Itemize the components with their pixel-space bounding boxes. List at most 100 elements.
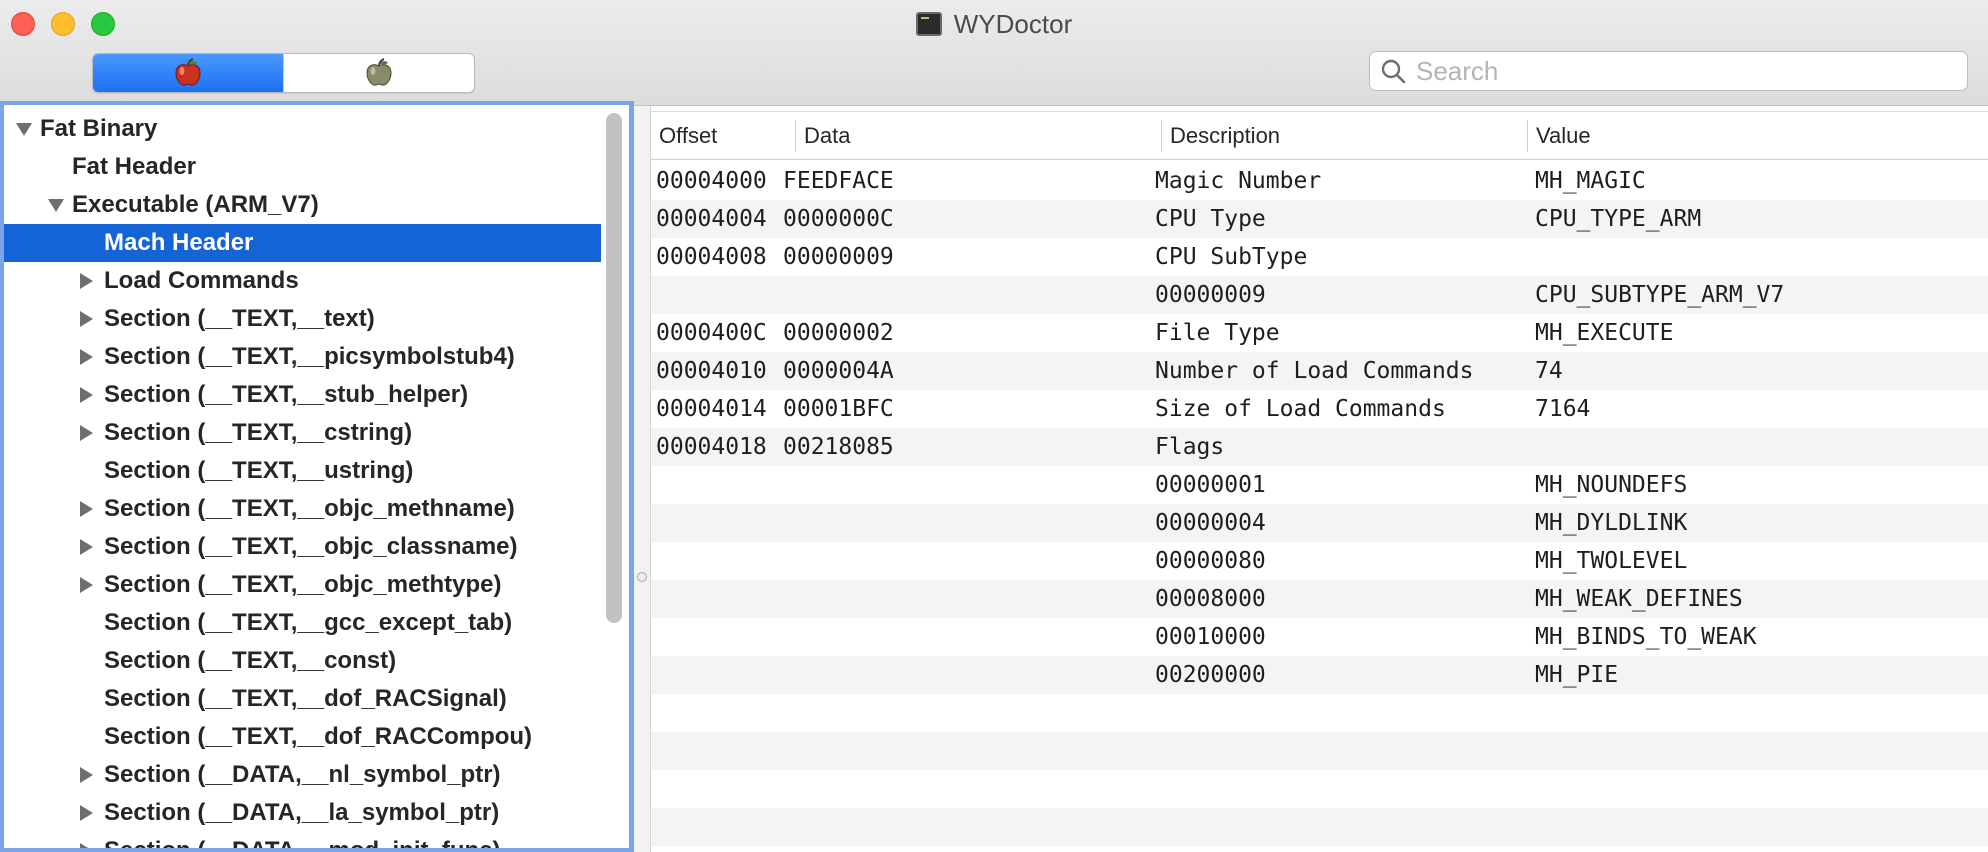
- cell-value: MH_WEAK_DEFINES: [1535, 586, 1743, 612]
- cell-offset: 00004018: [656, 434, 767, 460]
- empty-table-row[interactable]: [651, 694, 1988, 732]
- split-view-divider[interactable]: [634, 106, 651, 852]
- table-row[interactable]: 00000001 MH_NOUNDEFS: [651, 466, 1988, 504]
- search-field[interactable]: [1369, 51, 1968, 91]
- tree-item[interactable]: Section (__TEXT,__objc_methname): [4, 490, 601, 528]
- segment-red-apple[interactable]: [93, 54, 283, 92]
- cell-description: File Type: [1155, 320, 1280, 346]
- cell-value: MH_EXECUTE: [1535, 320, 1674, 346]
- disclosure-closed-icon[interactable]: [80, 311, 93, 327]
- table-row[interactable]: 00004004 0000000C CPU Type CPU_TYPE_ARM: [651, 200, 1988, 238]
- detail-table: Offset Data Description Value 00004000 FE…: [651, 106, 1988, 852]
- disclosure-open-icon[interactable]: [48, 199, 64, 212]
- empty-table-row[interactable]: [651, 732, 1988, 770]
- table-row[interactable]: 00000009 CPU_SUBTYPE_ARM_V7: [651, 276, 1988, 314]
- disclosure-closed-icon[interactable]: [80, 501, 93, 517]
- tree-item-label: Section (__DATA,__la_symbol_ptr): [104, 799, 500, 826]
- outline-scrollbar[interactable]: [606, 113, 622, 623]
- table-row[interactable]: 00008000 MH_WEAK_DEFINES: [651, 580, 1988, 618]
- tree-item-label: Section (__TEXT,__dof_RACCompou): [104, 723, 533, 750]
- view-segmented-control: [92, 53, 475, 93]
- cell-description: 00000080: [1155, 548, 1266, 574]
- table-row[interactable]: 00000080 MH_TWOLEVEL: [651, 542, 1988, 580]
- segment-gray-apple[interactable]: [283, 54, 474, 92]
- tree-item[interactable]: Section (__TEXT,__text): [4, 300, 601, 338]
- cell-description: 00010000: [1155, 624, 1266, 650]
- disclosure-closed-icon[interactable]: [80, 805, 93, 821]
- disclosure-closed-icon[interactable]: [80, 539, 93, 555]
- table-row[interactable]: 00004010 0000004A Number of Load Commands 7…: [651, 352, 1988, 390]
- tree-item-label: Section (__TEXT,__const): [104, 647, 397, 674]
- table-row[interactable]: 00004014 00001BFC Size of Load Commands 716…: [651, 390, 1988, 428]
- tree-item-label: Section (__TEXT,__picsymbolstub4): [104, 343, 515, 370]
- tree-item[interactable]: Section (__TEXT,__gcc_except_tab): [4, 604, 601, 642]
- tree-item[interactable]: Section (__TEXT,__dof_RACSignal): [4, 680, 601, 718]
- tree-item[interactable]: Section (__DATA,__nl_symbol_ptr): [4, 756, 601, 794]
- tree-item-label: Section (__TEXT,__dof_RACSignal): [104, 685, 507, 712]
- search-input[interactable]: [1416, 55, 1956, 87]
- empty-table-row[interactable]: [651, 770, 1988, 808]
- cell-value: MH_BINDS_TO_WEAK: [1535, 624, 1757, 650]
- tree-item-label: Section (__TEXT,__text): [104, 305, 375, 332]
- cell-description: 00000001: [1155, 472, 1266, 498]
- cell-description: Size of Load Commands: [1155, 396, 1446, 422]
- cell-data: 00000002: [783, 320, 894, 346]
- disclosure-closed-icon[interactable]: [80, 425, 93, 441]
- tree-item[interactable]: Section (__DATA,__la_symbol_ptr): [4, 794, 601, 832]
- tree-item[interactable]: Section (__TEXT,__ustring): [4, 452, 601, 490]
- disclosure-closed-icon[interactable]: [80, 767, 93, 783]
- tree-item[interactable]: Section (__TEXT,__objc_classname): [4, 528, 601, 566]
- tree-item[interactable]: Fat Binary: [4, 110, 601, 148]
- tree-item[interactable]: Fat Header: [4, 148, 601, 186]
- cell-offset: 00004000: [656, 168, 767, 194]
- table-row[interactable]: 0000400C 00000002 File Type MH_EXECUTE: [651, 314, 1988, 352]
- column-header-data[interactable]: Data: [796, 112, 1161, 160]
- terminal-icon: [915, 12, 942, 36]
- disclosure-closed-icon[interactable]: [80, 273, 93, 289]
- disclosure-closed-icon[interactable]: [80, 577, 93, 593]
- gray-apple-icon: [366, 58, 392, 86]
- tree-item[interactable]: Section (__TEXT,__dof_RACCompou): [4, 718, 601, 756]
- column-header-offset[interactable]: Offset: [651, 112, 795, 160]
- cell-data: 0000004A: [783, 358, 894, 384]
- column-header-value[interactable]: Value: [1528, 112, 1988, 160]
- tree-item[interactable]: Section (__TEXT,__const): [4, 642, 601, 680]
- table-header: Offset Data Description Value: [651, 111, 1988, 160]
- cell-offset: 0000400C: [656, 320, 767, 346]
- table-row[interactable]: 00000004 MH_DYLDLINK: [651, 504, 1988, 542]
- cell-value: CPU_TYPE_ARM: [1535, 206, 1702, 232]
- structure-outline: Fat Binary Fat Header Executable (ARM_V7) M…: [0, 101, 634, 852]
- table-row[interactable]: 00010000 MH_BINDS_TO_WEAK: [651, 618, 1988, 656]
- window-title-group: WYDoctor: [0, 6, 1988, 42]
- window-title: WYDoctor: [953, 8, 1073, 39]
- cell-value: 7164: [1535, 396, 1591, 422]
- search-icon: [1381, 59, 1406, 84]
- tree-item[interactable]: Section (__TEXT,__cstring): [4, 414, 601, 452]
- tree-item[interactable]: Section (__TEXT,__objc_methtype): [4, 566, 601, 604]
- cell-data: 00000009: [783, 244, 894, 270]
- table-row[interactable]: 00004018 00218085 Flags: [651, 428, 1988, 466]
- tree-item-label: Section (__DATA,__nl_symbol_ptr): [104, 761, 501, 788]
- tree-item[interactable]: Section (__TEXT,__picsymbolstub4): [4, 338, 601, 376]
- empty-table-row[interactable]: [651, 808, 1988, 846]
- tree-item[interactable]: Mach Header: [4, 224, 601, 262]
- empty-table-row[interactable]: [651, 846, 1988, 852]
- disclosure-closed-icon[interactable]: [80, 387, 93, 403]
- cell-value: MH_MAGIC: [1535, 168, 1646, 194]
- tree-item[interactable]: Section (__DATA,__mod_init_func): [4, 832, 601, 848]
- table-row[interactable]: 00200000 MH_PIE: [651, 656, 1988, 694]
- table-row[interactable]: 00004008 00000009 CPU SubType: [651, 238, 1988, 276]
- divider-handle-icon[interactable]: [637, 572, 647, 582]
- cell-data: FEEDFACE: [783, 168, 894, 194]
- tree-item[interactable]: Section (__TEXT,__stub_helper): [4, 376, 601, 414]
- table-body: 00004000 FEEDFACE Magic Number MH_MAGIC 0000…: [651, 162, 1988, 852]
- disclosure-closed-icon[interactable]: [80, 349, 93, 365]
- tree-item[interactable]: Executable (ARM_V7): [4, 186, 601, 224]
- table-row[interactable]: 00004000 FEEDFACE Magic Number MH_MAGIC: [651, 162, 1988, 200]
- column-header-description[interactable]: Description: [1162, 112, 1527, 160]
- cell-description: 00008000: [1155, 586, 1266, 612]
- tree-item[interactable]: Load Commands: [4, 262, 601, 300]
- disclosure-open-icon[interactable]: [16, 123, 32, 136]
- disclosure-closed-icon[interactable]: [80, 843, 93, 848]
- tree-item-label: Fat Header: [72, 153, 197, 180]
